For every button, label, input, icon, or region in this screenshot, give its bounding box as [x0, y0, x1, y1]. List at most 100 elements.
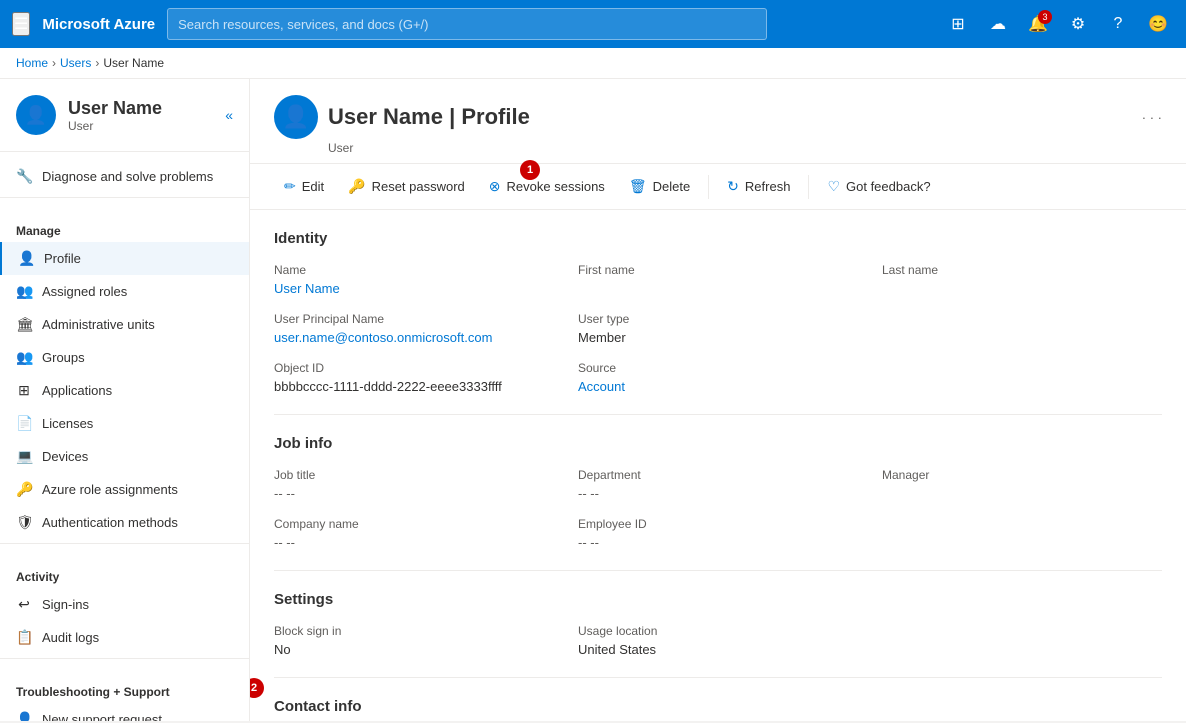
help-icon-btn[interactable]: ?: [1102, 8, 1134, 40]
user-type-value: Member: [578, 330, 858, 345]
sidebar-divider-1: [0, 197, 249, 198]
name-value[interactable]: User Name: [274, 281, 554, 296]
sidebar-audit-logs-label: Audit logs: [42, 630, 99, 645]
sidebar-groups-label: Groups: [42, 350, 85, 365]
search-input[interactable]: [178, 17, 756, 32]
page-avatar: 👤: [274, 95, 318, 139]
more-options-btn[interactable]: · · ·: [1142, 110, 1162, 125]
sidebar-item-admin-units[interactable]: 🏛 Administrative units: [0, 308, 249, 341]
source-field: Source Account: [578, 361, 858, 394]
sidebar-devices-label: Devices: [42, 449, 88, 464]
sidebar-user-name: User Name: [68, 98, 162, 119]
portal-icon-btn[interactable]: ⊞: [942, 8, 974, 40]
reset-password-button[interactable]: 🔑 Reset password: [338, 172, 475, 201]
manager-field: Manager: [882, 468, 1162, 501]
toolbar: 1 ✏ Edit 🔑 Reset password ⊗ Revoke sessi…: [250, 164, 1186, 210]
sidebar-user-role: User: [68, 119, 162, 133]
settings-icon-btn[interactable]: ⚙: [1062, 8, 1094, 40]
edit-label: Edit: [302, 179, 324, 194]
sidebar-item-assigned-roles[interactable]: 👥 Assigned roles: [0, 275, 249, 308]
employee-id-field: Employee ID -- --: [578, 517, 858, 550]
groups-icon: 👥: [16, 349, 32, 366]
wrench-icon: 🔧: [16, 168, 32, 185]
company-name-label: Company name: [274, 517, 554, 531]
company-name-value: -- --: [274, 535, 554, 550]
revoke-sessions-button[interactable]: ⊗ Revoke sessions: [479, 172, 615, 201]
sidebar-item-support[interactable]: 👤 New support request: [0, 703, 249, 721]
sidebar-item-audit-logs[interactable]: 📋 Audit logs: [0, 621, 249, 654]
refresh-label: Refresh: [745, 179, 791, 194]
sidebar-collapse-btn[interactable]: «: [225, 107, 233, 123]
top-nav: ☰ Microsoft Azure ⊞ ☁ 🔔 3 ⚙ ? 😊: [0, 0, 1186, 48]
feedback-label: Got feedback?: [846, 179, 931, 194]
settings-fields: Block sign in No Usage location United S…: [274, 624, 1162, 657]
user-type-label: User type: [578, 312, 858, 326]
delete-button[interactable]: 🗑 Delete: [619, 172, 700, 201]
settings-title: Settings: [274, 591, 1162, 608]
sidebar-item-sign-ins[interactable]: ↩ Sign-ins: [0, 588, 249, 621]
key-icon: 🔑: [16, 481, 32, 498]
first-name-field: First name: [578, 263, 858, 296]
refresh-button[interactable]: ↻ Refresh: [717, 172, 800, 201]
sidebar-item-licenses[interactable]: 📄 Licenses: [0, 407, 249, 440]
page-subtitle: User: [328, 141, 1162, 155]
object-id-value: bbbbcccc-1111-dddd-2222-eeee3333ffff: [274, 379, 554, 394]
object-id-label: Object ID: [274, 361, 554, 375]
page-title: User Name | Profile: [328, 104, 530, 130]
main-content: 👤 User Name | Profile · · · User 1 ✏ Edi…: [250, 79, 1186, 721]
sidebar-auth-label: Authentication methods: [42, 515, 178, 530]
block-sign-in-label: Block sign in: [274, 624, 554, 638]
sidebar-profile-label: Profile: [44, 251, 81, 266]
sidebar-item-azure-role[interactable]: 🔑 Azure role assignments: [0, 473, 249, 506]
delete-label: Delete: [653, 179, 691, 194]
cloud-icon-btn[interactable]: ☁: [982, 8, 1014, 40]
name-field: Name User Name: [274, 263, 554, 296]
sidebar-item-auth-methods[interactable]: 🛡 Authentication methods: [0, 506, 249, 539]
bell-icon-btn[interactable]: 🔔 3: [1022, 8, 1054, 40]
manager-label: Manager: [882, 468, 1162, 482]
edit-button[interactable]: ✏ Edit: [274, 172, 334, 201]
sidebar-item-devices[interactable]: 💻 Devices: [0, 440, 249, 473]
last-name-field: Last name: [882, 263, 1162, 296]
user-type-field: User type Member: [578, 312, 858, 345]
last-name-label: Last name: [882, 263, 1162, 277]
breadcrumb-home[interactable]: Home: [16, 56, 48, 70]
identity-title: Identity: [274, 230, 1162, 247]
upn-value[interactable]: user.name@contoso.onmicrosoft.com: [274, 330, 554, 345]
first-name-label: First name: [578, 263, 858, 277]
upn-field: User Principal Name user.name@contoso.on…: [274, 312, 554, 345]
toolbar-divider-2: [808, 175, 809, 199]
sidebar-applications-label: Applications: [42, 383, 112, 398]
reset-label: Reset password: [372, 179, 465, 194]
sidebar-support-request-label: New support request: [42, 712, 162, 721]
job-title-field: Job title -- --: [274, 468, 554, 501]
sidebar-item-profile[interactable]: 👤 Profile: [0, 242, 249, 275]
user-icon-btn[interactable]: 😊: [1142, 8, 1174, 40]
breadcrumb-users[interactable]: Users: [60, 56, 91, 70]
sidebar-azure-role-label: Azure role assignments: [42, 482, 178, 497]
auth-icon: 🛡: [16, 514, 32, 531]
source-value[interactable]: Account: [578, 379, 858, 394]
sidebar-activity-section: Activity ↩ Sign-ins 📋 Audit logs: [0, 556, 249, 671]
job-info-section: Job info Job title -- -- Department -- -…: [274, 415, 1162, 571]
sidebar-avatar: 👤: [16, 95, 56, 135]
sidebar-manage-label: Manage: [0, 218, 249, 242]
sidebar-diagnose-section: 🔧 Diagnose and solve problems: [0, 152, 249, 210]
notification-badge: 3: [1038, 10, 1052, 24]
sidebar-item-groups[interactable]: 👥 Groups: [0, 341, 249, 374]
blank-field-1: [882, 312, 1162, 345]
usage-location-field: Usage location United States: [578, 624, 858, 657]
devices-icon: 💻: [16, 448, 32, 465]
job-title-label: Job title: [274, 468, 554, 482]
sidebar-item-applications[interactable]: ⊞ Applications: [0, 374, 249, 407]
identity-section: Identity Name User Name First name Last …: [274, 210, 1162, 415]
employee-id-label: Employee ID: [578, 517, 858, 531]
object-id-field: Object ID bbbbcccc-1111-dddd-2222-eeee33…: [274, 361, 554, 394]
hamburger-menu[interactable]: ☰: [12, 12, 30, 36]
admin-units-icon: 🏛: [16, 316, 32, 333]
feedback-button[interactable]: ♡ Got feedback?: [817, 172, 940, 201]
step2-badge: 2: [250, 678, 264, 698]
sidebar-item-diagnose[interactable]: 🔧 Diagnose and solve problems: [0, 160, 249, 193]
revoke-label: Revoke sessions: [507, 179, 605, 194]
department-value: -- --: [578, 486, 858, 501]
